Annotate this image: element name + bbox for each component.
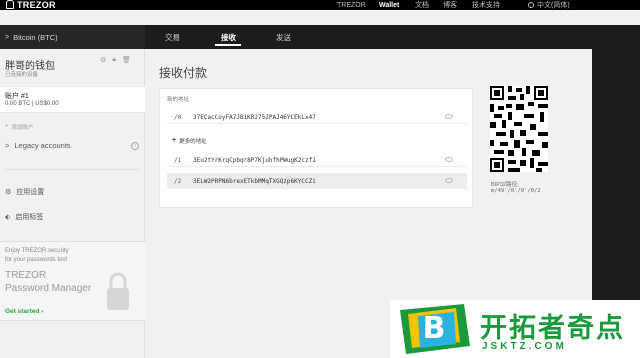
address-path: /0 <box>174 113 182 121</box>
fresh-address-label: 新的地址 <box>167 97 190 103</box>
chevron-right-icon: > <box>5 33 10 41</box>
promo-line-1: Enjoy TREZOR security <box>5 248 69 254</box>
nav-support[interactable]: 技术支持 <box>472 0 500 10</box>
coin-bar: > Bitcoin (BTC) 交易 接收 发送 <box>0 25 640 49</box>
eye-icon[interactable] <box>445 178 453 183</box>
watermark-url: JSKTZ.COM <box>482 341 567 352</box>
trezor-logo-icon <box>6 0 14 9</box>
promo-line-2: for your passwords too! <box>5 257 68 263</box>
watermark-text: 开拓者奇点 <box>480 313 625 344</box>
address-row[interactable]: /0 37ECacCoyFA7JB1KR2752PAJ46YCEkLx47 <box>167 111 467 124</box>
account-balance: 0.00 BTC | US$0.00 <box>5 101 59 107</box>
plus-icon: + <box>5 123 9 129</box>
page-title: 接收付款 <box>159 66 208 80</box>
promo-brand-1: TREZOR <box>5 270 47 281</box>
right-dark-area <box>592 49 640 309</box>
bip32-label: BIP32路径: <box>491 182 519 188</box>
info-icon[interactable]: i <box>131 141 139 150</box>
gear-icon[interactable]: ⚙ <box>100 56 106 64</box>
watermark: B 开拓者奇点 JSKTZ.COM <box>390 300 640 358</box>
get-started-link[interactable]: Get started › <box>5 308 43 315</box>
watermark-logo: B <box>400 304 470 354</box>
nav-blog[interactable]: 博客 <box>443 0 457 10</box>
address-panel: 新的地址 /0 37ECacCoyFA7JB1KR2752PAJ46YCEkLx… <box>159 88 473 208</box>
nav-trezor[interactable]: TREZOR <box>337 2 366 9</box>
address-row[interactable]: /1 3Eu2tYrKrqCpbqr8P7KjuhfhPWugK2czf1 <box>167 154 467 167</box>
address-path: /2 <box>174 177 182 185</box>
address-path: /1 <box>174 156 182 164</box>
gear-icon: ⚙ <box>5 189 12 196</box>
tab-transactions[interactable]: 交易 <box>165 25 180 49</box>
wallet-actions: ⚙ 🔒︎ 🗑︎ <box>100 56 131 64</box>
tag-icon: ⬖ <box>5 214 11 221</box>
trash-icon[interactable]: 🗑︎ <box>122 56 131 64</box>
sidebar-divider <box>5 169 139 170</box>
more-addresses-label: 更多的地址 <box>179 139 207 145</box>
add-account-label: 添加账户 <box>11 125 34 131</box>
top-header: TREZOR TREZOR Wallet 文档 博客 技术支持 中文(简体) <box>0 0 640 10</box>
password-manager-promo[interactable]: Enjoy TREZOR security for your passwords… <box>0 241 145 321</box>
get-started-label: Get started <box>5 308 40 315</box>
globe-icon <box>528 2 534 8</box>
lock-icon[interactable]: 🔒︎ <box>112 56 116 64</box>
legacy-accounts-label: Legacy accounts <box>14 141 71 150</box>
chevron-right-icon: > <box>5 141 10 150</box>
tab-send[interactable]: 发送 <box>276 25 291 49</box>
address-value[interactable]: 3Eu2tYrKrqCpbqr8P7KjuhfhPWugK2czf1 <box>187 157 316 164</box>
bip32-path: m/49'/0'/0'/0/2 <box>491 188 541 194</box>
account-item-1[interactable]: 账户 #1 0.00 BTC | US$0.00 <box>0 86 145 113</box>
address-row-selected[interactable]: /2 3ELW2PRPN6brexETkbMMqTXGQzp6KYCCZi <box>167 173 467 189</box>
nav-wallet[interactable]: Wallet <box>379 2 399 9</box>
coin-name: Bitcoin (BTC) <box>13 32 58 42</box>
coin-selector[interactable]: > Bitcoin (BTC) <box>0 25 145 49</box>
promo-brand-2: Password Manager <box>5 283 92 294</box>
brand-name: TREZOR <box>17 0 56 10</box>
legacy-accounts-toggle[interactable]: > Legacy accounts i <box>5 141 139 150</box>
eye-icon[interactable] <box>445 114 453 119</box>
address-value[interactable]: 37ECacCoyFA7JB1KR2752PAJ46YCEkLx47 <box>187 114 316 121</box>
language-selector[interactable]: 中文(简体) <box>528 0 570 10</box>
nav-docs[interactable]: 文档 <box>415 0 429 10</box>
active-tab-indicator <box>215 44 241 46</box>
watermark-letter: B <box>423 311 446 346</box>
eye-icon[interactable] <box>445 157 453 162</box>
more-addresses-button[interactable]: + 更多的地址 <box>172 137 207 145</box>
sidebar-item-settings[interactable]: ⚙ 应用设置 <box>5 187 44 197</box>
wallet-status: 已连接的设备 <box>5 72 39 78</box>
account-title: 账户 #1 <box>5 93 29 100</box>
trezor-logo[interactable]: TREZOR <box>6 0 56 10</box>
address-value[interactable]: 3ELW2PRPN6brexETkbMMqTXGQzp6KYCCZi <box>187 178 316 185</box>
plus-icon: + <box>172 137 177 144</box>
qr-code <box>490 86 548 172</box>
lock-icon <box>107 272 129 310</box>
language-label: 中文(简体) <box>537 2 570 9</box>
add-account-button[interactable]: + 添加账户 <box>5 123 33 131</box>
settings-label: 应用设置 <box>16 189 45 196</box>
labeling-label: 启用标签 <box>15 214 44 221</box>
sidebar-item-labeling[interactable]: ⬖ 启用标签 <box>5 212 43 222</box>
sidebar: 胖哥的钱包 已连接的设备 ⚙ 🔒︎ 🗑︎ 账户 #1 0.00 BTC | US… <box>0 49 145 358</box>
